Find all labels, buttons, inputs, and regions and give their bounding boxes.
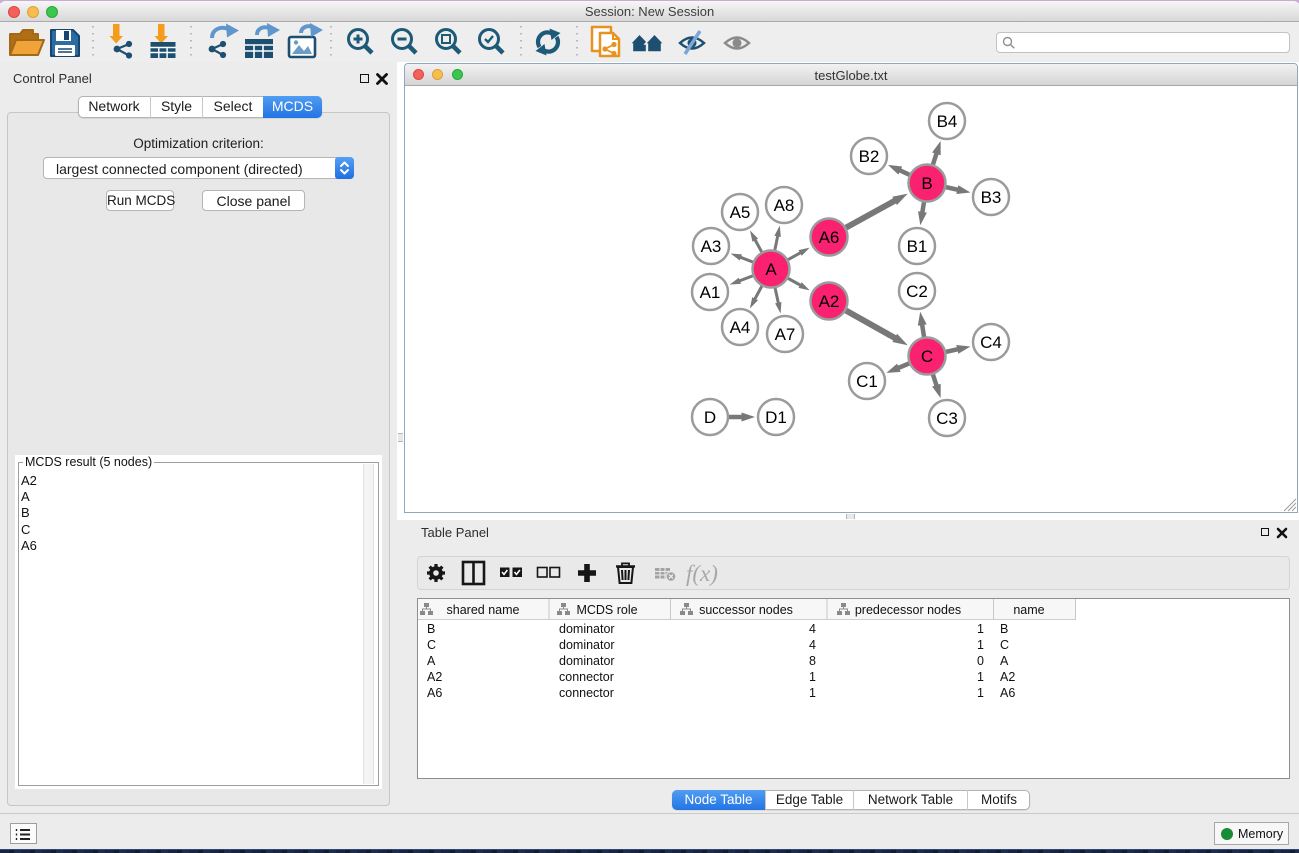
svg-text:A4: A4 [730,318,751,337]
svg-text:A2: A2 [819,292,840,311]
svg-text:C: C [1000,638,1009,652]
svg-text:B4: B4 [937,112,958,131]
svg-text:C: C [427,638,436,652]
svg-text:dominator: dominator [559,622,615,636]
svg-text:1: 1 [977,638,984,652]
svg-text:f(x): f(x) [686,561,718,586]
svg-text:B2: B2 [859,147,880,166]
svg-text:predecessor nodes: predecessor nodes [855,603,961,617]
svg-text:A3: A3 [701,237,722,256]
svg-text:A6: A6 [819,228,840,247]
svg-text:D: D [704,408,716,427]
svg-text:A5: A5 [730,203,751,222]
svg-text:dominator: dominator [559,638,615,652]
svg-text:B: B [427,622,435,636]
svg-text:C3: C3 [936,409,958,428]
svg-text:4: 4 [809,622,816,636]
svg-text:A7: A7 [775,325,796,344]
svg-text:A: A [1000,654,1009,668]
svg-text:A2: A2 [1000,670,1015,684]
svg-text:8: 8 [809,654,816,668]
svg-text:A2: A2 [427,670,442,684]
svg-text:4: 4 [809,638,816,652]
svg-text:B1: B1 [907,237,928,256]
svg-text:B: B [1000,622,1008,636]
svg-text:A: A [427,654,436,668]
svg-text:A6: A6 [1000,686,1015,700]
svg-text:MCDS role: MCDS role [576,603,637,617]
svg-text:1: 1 [977,622,984,636]
svg-text:B3: B3 [981,188,1002,207]
svg-text:shared name: shared name [447,603,520,617]
svg-text:connector: connector [559,670,614,684]
svg-text:B: B [921,174,932,193]
svg-text:D1: D1 [765,408,787,427]
svg-text:0: 0 [977,654,984,668]
svg-text:dominator: dominator [559,654,615,668]
svg-text:1: 1 [977,686,984,700]
svg-text:A1: A1 [700,283,721,302]
svg-text:name: name [1013,603,1044,617]
svg-text:C: C [921,347,933,366]
svg-text:A6: A6 [427,686,442,700]
svg-text:C1: C1 [856,372,878,391]
svg-text:successor nodes: successor nodes [699,603,793,617]
svg-text:C2: C2 [906,282,928,301]
svg-text:C4: C4 [980,333,1002,352]
svg-text:1: 1 [809,686,816,700]
svg-text:1: 1 [809,670,816,684]
svg-text:connector: connector [559,686,614,700]
svg-text:A: A [765,260,777,279]
svg-text:A8: A8 [774,196,795,215]
svg-text:1: 1 [977,670,984,684]
